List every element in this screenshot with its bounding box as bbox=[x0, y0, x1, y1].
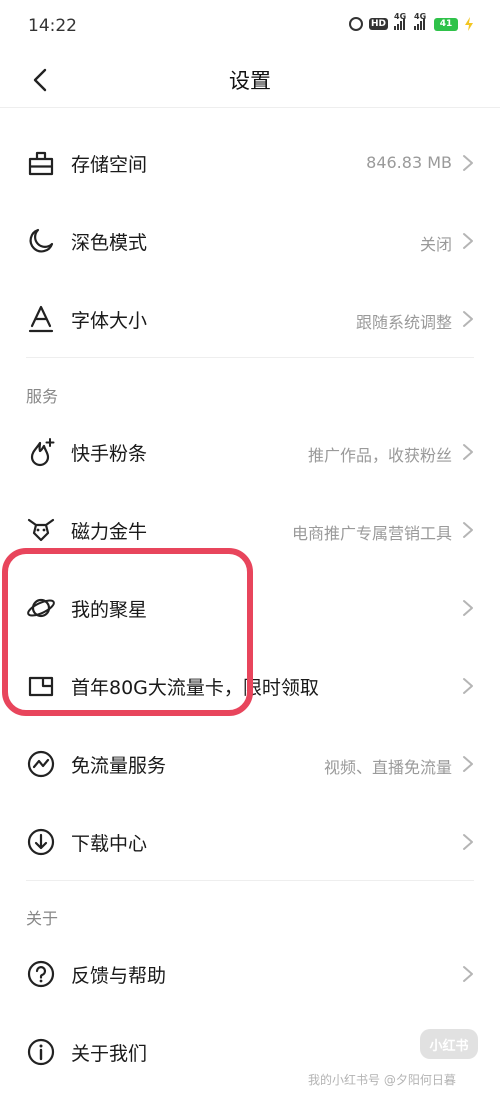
row-label: 下载中心 bbox=[71, 833, 148, 855]
signal-icon: 4G bbox=[414, 12, 428, 30]
watermark-badge: 小红书 bbox=[420, 1029, 478, 1059]
fire-plus-icon bbox=[30, 438, 55, 467]
row-label: 深色模式 bbox=[71, 232, 148, 254]
network-type: 4G bbox=[394, 12, 407, 21]
font-size-icon bbox=[28, 305, 54, 333]
row-value: 跟随系统调整 bbox=[355, 313, 452, 332]
info-icon bbox=[27, 1038, 55, 1066]
status-icons: HD 4G 4G 41 bbox=[348, 12, 474, 31]
section-title-about: 关于 bbox=[26, 909, 59, 928]
row-label: 字体大小 bbox=[71, 310, 148, 332]
setting-row-font-size[interactable]: 字体大小 跟随系统调整 bbox=[0, 280, 500, 358]
row-value: 关闭 bbox=[419, 235, 452, 254]
setting-row-storage[interactable]: 存储空间 846.83 MB bbox=[0, 124, 500, 202]
setting-row-promote[interactable]: 快手粉条 推广作品，收获粉丝 bbox=[0, 413, 500, 491]
page-title: 设置 bbox=[229, 69, 271, 93]
chevron-right-icon bbox=[463, 966, 473, 982]
row-label: 免流量服务 bbox=[71, 755, 167, 777]
row-value: 电商推广专属营销工具 bbox=[291, 524, 452, 543]
setting-row-feedback[interactable]: 反馈与帮助 bbox=[0, 935, 500, 1013]
setting-row-dark-mode[interactable]: 深色模式 关闭 bbox=[0, 202, 500, 280]
status-time: 14:22 bbox=[28, 16, 77, 36]
chevron-right-icon bbox=[463, 678, 473, 694]
divider bbox=[26, 880, 474, 881]
moon-icon bbox=[29, 228, 54, 253]
alarm-icon bbox=[348, 17, 363, 31]
row-value: 推广作品，收获粉丝 bbox=[307, 446, 452, 465]
help-icon bbox=[27, 960, 55, 988]
row-value: 视频、直播免流量 bbox=[323, 758, 452, 777]
header: 设置 bbox=[0, 52, 500, 108]
row-label: 存储空间 bbox=[71, 154, 148, 176]
bull-icon bbox=[27, 518, 55, 542]
hd-badge: HD bbox=[368, 18, 388, 30]
row-label: 磁力金牛 bbox=[71, 521, 148, 543]
chevron-right-icon bbox=[463, 155, 473, 171]
download-icon bbox=[27, 828, 55, 856]
chevron-right-icon bbox=[463, 233, 473, 249]
chevron-right-icon bbox=[463, 756, 473, 772]
row-value: 846.83 MB bbox=[366, 153, 452, 172]
divider bbox=[26, 357, 474, 358]
chevron-right-icon bbox=[463, 522, 473, 538]
battery-icon: 41 bbox=[434, 17, 458, 31]
chevron-right-icon bbox=[463, 444, 473, 460]
setting-row-free-data[interactable]: 免流量服务 视频、直播免流量 bbox=[0, 725, 500, 803]
highlight-box bbox=[2, 548, 253, 716]
network-type: 4G bbox=[414, 12, 427, 21]
chevron-right-icon bbox=[463, 311, 473, 327]
setting-row-downloads[interactable]: 下载中心 bbox=[0, 803, 500, 881]
chevron-right-icon bbox=[463, 600, 473, 616]
row-label: 反馈与帮助 bbox=[71, 965, 167, 987]
charging-icon bbox=[465, 17, 473, 31]
chevron-right-icon bbox=[463, 834, 473, 850]
storage-icon bbox=[28, 151, 54, 176]
watermark-text: 我的小红书号 @夕阳何日暮 bbox=[308, 1073, 456, 1087]
row-label: 快手粉条 bbox=[71, 443, 148, 465]
free-data-icon bbox=[27, 750, 55, 778]
signal-icon: 4G bbox=[394, 12, 408, 30]
row-label: 关于我们 bbox=[71, 1043, 148, 1065]
section-title-services: 服务 bbox=[26, 387, 59, 406]
status-bar: 14:22 HD 4G 4G 41 bbox=[0, 0, 500, 52]
